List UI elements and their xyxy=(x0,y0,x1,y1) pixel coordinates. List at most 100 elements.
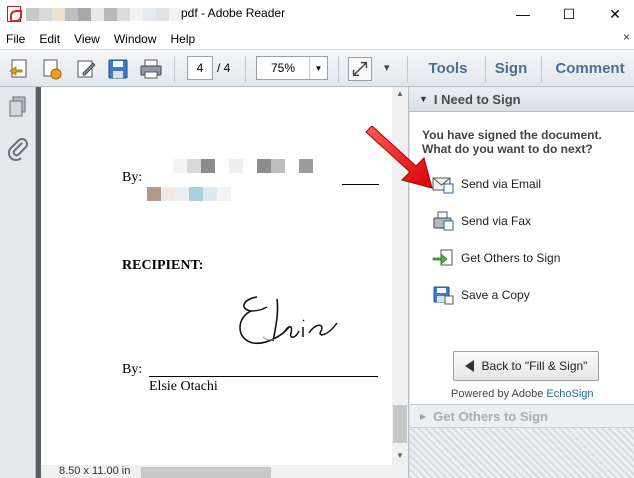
title-bar: pdf - Adobe Reader — ☐ ✕ xyxy=(0,0,634,28)
handwritten-signature xyxy=(239,296,338,345)
toolbar-separator xyxy=(541,56,542,82)
pages-icon[interactable] xyxy=(7,95,29,119)
scrollbar-thumb[interactable] xyxy=(393,405,407,443)
window-title: pdf - Adobe Reader xyxy=(181,6,286,20)
back-to-fill-sign-button[interactable]: Back to "Fill & Sign" xyxy=(453,351,599,381)
print-icon[interactable] xyxy=(139,57,163,81)
menu-window[interactable]: Window xyxy=(108,32,165,46)
toolbar-more-icon[interactable]: ▾ xyxy=(384,61,390,74)
redacted-block xyxy=(104,8,117,21)
echosign-link[interactable]: EchoSign xyxy=(546,388,593,400)
combine-files-icon[interactable] xyxy=(40,57,64,81)
redacted-block xyxy=(78,8,91,21)
save-copy-icon xyxy=(433,286,454,305)
toolbar-separator xyxy=(245,56,246,82)
expanded-triangle-icon: ▼ xyxy=(419,94,428,104)
page-number-input[interactable]: 4 xyxy=(187,56,213,80)
next-step-question: What do you want to do next? xyxy=(422,142,593,156)
redacted-block xyxy=(143,8,156,21)
action-label: Send via Fax xyxy=(461,214,532,228)
red-arrow-annotation xyxy=(365,126,433,189)
redacted-block xyxy=(243,159,257,173)
powered-by: Powered by Adobe EchoSign xyxy=(451,388,594,400)
redacted-block xyxy=(189,187,203,201)
chevron-down-icon[interactable]: ▼ xyxy=(309,57,327,79)
save-icon[interactable] xyxy=(106,57,130,81)
close-button[interactable]: ✕ xyxy=(592,0,634,28)
by-label: By: xyxy=(122,170,143,185)
zoom-value: 75% xyxy=(270,61,296,75)
signed-message-line: You have signed the document. xyxy=(422,128,602,142)
redacted-block xyxy=(201,159,215,173)
i-need-to-sign-header[interactable]: ▼ I Need to Sign xyxy=(409,87,634,112)
get-others-to-sign-header[interactable]: ▶ Get Others to Sign xyxy=(410,404,634,428)
sign-panel: ▼ I Need to Sign You have signed the doc… xyxy=(408,87,634,478)
powered-by-text: Powered by Adobe xyxy=(451,388,544,400)
redacted-block xyxy=(65,8,78,21)
tab-sign[interactable]: Sign xyxy=(486,50,536,87)
redacted-block xyxy=(215,159,229,173)
redacted-block xyxy=(52,8,65,21)
signature-line xyxy=(149,376,378,377)
panel-empty-area xyxy=(410,428,634,478)
redacted-block xyxy=(299,159,313,173)
back-arrow-icon xyxy=(464,360,474,372)
toolbar-separator xyxy=(174,56,175,82)
menu-view[interactable]: View xyxy=(68,32,108,46)
menu-help[interactable]: Help xyxy=(165,32,204,46)
menu-edit[interactable]: Edit xyxy=(33,32,68,46)
horizontal-scrollbar-thumb[interactable] xyxy=(141,467,271,478)
redacted-filename xyxy=(26,8,182,21)
edit-pdf-icon[interactable] xyxy=(74,57,98,81)
fax-icon xyxy=(433,211,454,231)
scroll-down-icon[interactable]: ▼ xyxy=(392,451,408,463)
navigation-pane xyxy=(0,87,36,478)
redacted-block xyxy=(156,8,169,21)
redacted-block xyxy=(130,8,143,21)
page-size: 8.50 x 11.00 in xyxy=(59,465,131,477)
collapsed-section-title: Get Others to Sign xyxy=(433,408,548,424)
maximize-button[interactable]: ☐ xyxy=(546,0,592,28)
action-label: Get Others to Sign xyxy=(461,251,561,265)
page-total: / 4 xyxy=(217,61,231,75)
redacted-block xyxy=(229,159,243,173)
signer-name: Elsie Otachi xyxy=(149,379,218,394)
send-via-email-link[interactable]: Send via Email xyxy=(432,173,541,195)
send-for-signature-icon xyxy=(432,249,453,266)
action-label: Send via Email xyxy=(461,177,542,191)
create-pdf-icon[interactable] xyxy=(8,57,32,81)
adobe-reader-icon xyxy=(7,6,22,22)
fit-page-icon[interactable] xyxy=(348,57,372,81)
recipient-label: RECIPIENT: xyxy=(122,258,204,273)
redacted-block xyxy=(217,187,231,201)
redacted-title xyxy=(147,187,231,201)
zoom-select[interactable]: 75% ▼ xyxy=(256,56,328,80)
back-button-label: Back to "Fill & Sign" xyxy=(481,359,588,373)
status-bar: 8.50 x 11.00 in xyxy=(41,465,408,478)
by-label: By: xyxy=(122,362,143,377)
redacted-block xyxy=(173,159,187,173)
redacted-block xyxy=(39,8,52,21)
tab-comment[interactable]: Comment xyxy=(546,50,634,87)
redacted-block xyxy=(117,8,130,21)
redacted-block xyxy=(175,187,189,201)
toolbar-separator xyxy=(407,56,408,82)
minimize-button[interactable]: — xyxy=(500,0,546,28)
send-via-fax-link[interactable]: Send via Fax xyxy=(432,210,531,232)
menu-file[interactable]: File xyxy=(0,32,33,46)
document-page[interactable]: By: RECIPIENT: By: Elsie Otachi xyxy=(41,87,392,465)
redacted-block xyxy=(147,187,161,201)
signed-message: You have signed the document. What do yo… xyxy=(422,128,627,156)
redacted-block xyxy=(26,8,39,21)
redacted-block xyxy=(285,159,299,173)
attachments-icon[interactable] xyxy=(7,137,29,161)
scroll-up-icon[interactable]: ▲ xyxy=(392,89,408,101)
get-others-to-sign-link[interactable]: Get Others to Sign xyxy=(432,247,560,269)
document-close-button[interactable]: × xyxy=(623,30,630,44)
redacted-block xyxy=(161,187,175,201)
panel-title: I Need to Sign xyxy=(433,91,521,107)
redacted-name xyxy=(173,159,313,173)
tab-tools[interactable]: Tools xyxy=(412,50,484,87)
sign-panel-body: You have signed the document. What do yo… xyxy=(410,112,634,404)
save-a-copy-link[interactable]: Save a Copy xyxy=(432,284,530,306)
